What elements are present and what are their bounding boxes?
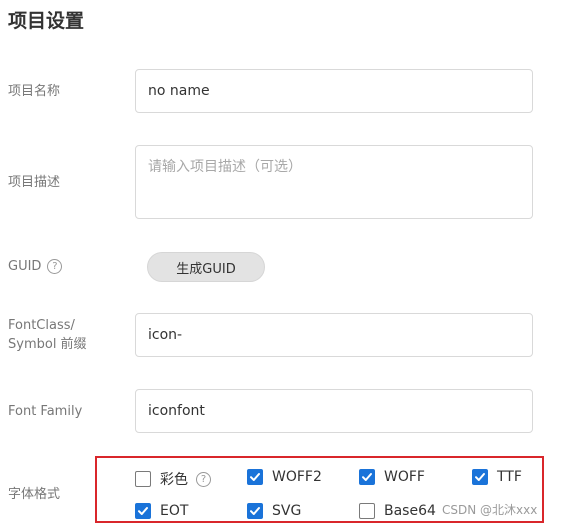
checkbox-icon[interactable]: [472, 469, 488, 485]
prefix-value: icon-: [148, 327, 183, 343]
prefix-label-line2: Symbol 前缀: [8, 337, 87, 352]
guid-label-row: GUID?: [8, 257, 63, 276]
check-icon: [250, 507, 260, 515]
checkbox-icon[interactable]: [247, 503, 263, 519]
prefix-label: FontClass/ Symbol 前缀: [8, 316, 87, 354]
project-description-textarea[interactable]: 请输入项目描述（可选）: [135, 145, 533, 219]
guid-label: GUID: [8, 259, 42, 274]
font-family-label: Font Family: [8, 404, 83, 419]
prefix-label-line1: FontClass/: [8, 318, 75, 333]
font-format-label: 字体格式: [8, 487, 61, 502]
project-name-input[interactable]: no name: [135, 69, 533, 113]
project-name-label: 项目名称: [8, 84, 61, 99]
check-icon: [138, 507, 148, 515]
format-option-woff2[interactable]: WOFF2: [247, 469, 322, 485]
format-option-woff[interactable]: WOFF: [359, 469, 425, 485]
help-icon[interactable]: ?: [47, 259, 63, 274]
project-name-value: no name: [148, 83, 210, 99]
checkbox-icon[interactable]: [359, 469, 375, 485]
prefix-input[interactable]: icon-: [135, 313, 533, 357]
check-icon: [362, 473, 372, 481]
font-family-input[interactable]: iconfont: [135, 389, 533, 433]
checkbox-icon[interactable]: [135, 503, 151, 519]
format-option-svg[interactable]: SVG: [247, 503, 301, 519]
project-description-placeholder: 请输入项目描述（可选）: [148, 159, 302, 175]
check-icon: [250, 473, 260, 481]
format-option-label: WOFF2: [272, 469, 322, 485]
watermark: CSDN @北沐xxx: [440, 501, 540, 518]
format-option-ttf[interactable]: TTF: [472, 469, 522, 485]
check-icon: [475, 473, 485, 481]
page-title: 项目设置: [8, 10, 85, 32]
generate-guid-button[interactable]: 生成GUID: [147, 252, 265, 282]
checkbox-icon[interactable]: [247, 469, 263, 485]
font-family-value: iconfont: [148, 403, 205, 419]
format-option-label: WOFF: [384, 469, 425, 485]
format-option-label: SVG: [272, 503, 302, 519]
format-option-label: Base64: [384, 503, 436, 519]
project-description-label: 项目描述: [8, 175, 61, 190]
format-option-label: TTF: [497, 469, 522, 485]
checkbox-icon[interactable]: [135, 471, 151, 487]
format-option-label: EOT: [160, 503, 189, 519]
format-option-color[interactable]: 彩色 ?: [135, 469, 211, 489]
checkbox-icon[interactable]: [359, 503, 375, 519]
format-option-eot[interactable]: EOT: [135, 503, 188, 519]
format-option-base64[interactable]: Base64: [359, 503, 436, 519]
format-option-label: 彩色: [160, 472, 188, 488]
help-icon[interactable]: ?: [196, 471, 211, 487]
